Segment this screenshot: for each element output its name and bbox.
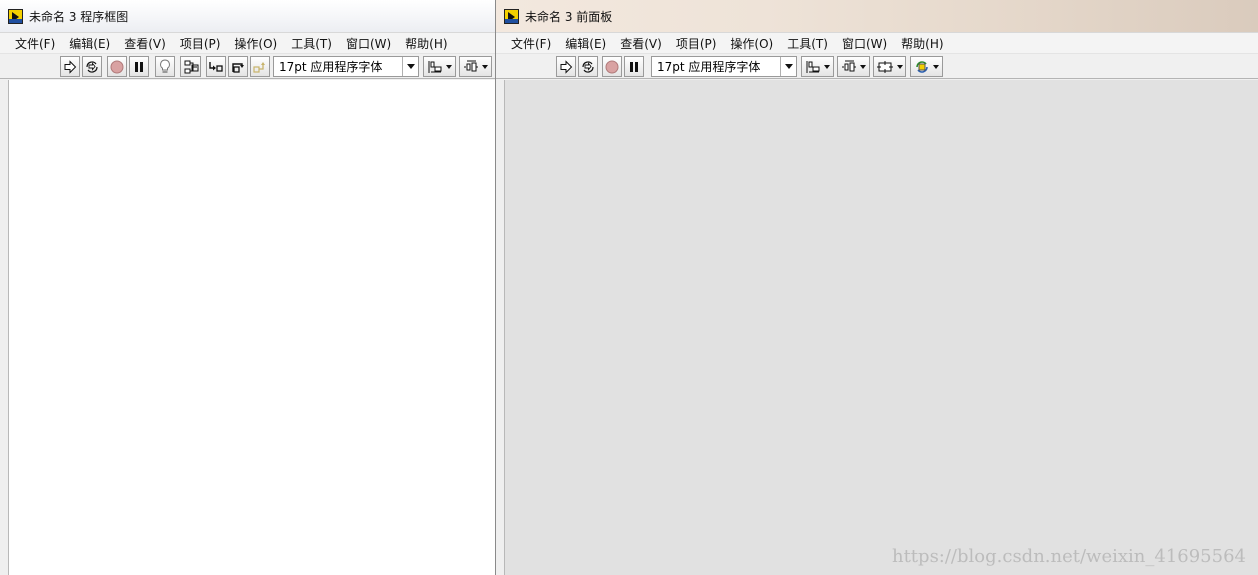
run-continuously-button[interactable] <box>82 56 102 77</box>
watermark-text: https://blog.csdn.net/weixin_41695564 <box>891 546 1246 567</box>
menu-tools[interactable]: 工具(T) <box>780 35 835 52</box>
menu-view[interactable]: 查看(V) <box>117 35 173 52</box>
run-continuously-icon <box>86 60 98 73</box>
chevron-down-icon[interactable] <box>402 57 418 76</box>
block-diagram-toolbar: 17pt 应用程序字体 <box>0 54 495 79</box>
front-panel-canvas[interactable] <box>505 80 1258 575</box>
step-into-button[interactable] <box>206 56 226 77</box>
menu-window[interactable]: 窗口(W) <box>835 35 894 52</box>
menu-bar: 文件(F) 编辑(E) 查看(V) 项目(P) 操作(O) 工具(T) 窗口(W… <box>0 32 495 54</box>
abort-button[interactable] <box>602 56 622 77</box>
align-objects-button[interactable] <box>801 56 834 77</box>
step-out-button[interactable] <box>250 56 270 77</box>
pause-icon <box>135 61 143 72</box>
reorder-icon <box>916 60 928 73</box>
pause-button[interactable] <box>129 56 149 77</box>
distribute-objects-button[interactable] <box>837 56 870 77</box>
resize-objects-button[interactable] <box>873 56 906 77</box>
menu-operate[interactable]: 操作(O) <box>723 35 780 52</box>
pause-button[interactable] <box>624 56 644 77</box>
front-panel-titlebar[interactable]: 未命名 3 前面板 <box>496 0 1258 32</box>
run-arrow-icon <box>64 59 77 74</box>
labview-vi-icon <box>504 8 519 24</box>
window-title: 未命名 3 前面板 <box>525 9 613 24</box>
block-diagram-canvas[interactable] <box>9 80 495 575</box>
align-objects-icon <box>428 60 442 73</box>
menu-help[interactable]: 帮助(H) <box>894 35 950 52</box>
align-objects-button[interactable] <box>423 56 456 77</box>
left-border <box>0 80 9 575</box>
resize-objects-icon <box>877 60 893 73</box>
menu-file[interactable]: 文件(F) <box>504 35 558 52</box>
highlight-execution-button[interactable] <box>155 56 175 77</box>
labview-vi-icon <box>8 8 23 24</box>
reorder-button[interactable] <box>910 56 943 77</box>
distribute-objects-icon <box>464 60 478 71</box>
run-continuously-icon <box>582 60 594 73</box>
lightbulb-icon <box>160 58 170 73</box>
menu-project[interactable]: 项目(P) <box>669 35 724 52</box>
left-border <box>496 80 505 575</box>
menu-project[interactable]: 项目(P) <box>173 35 228 52</box>
menu-operate[interactable]: 操作(O) <box>227 35 284 52</box>
step-into-icon <box>209 61 223 72</box>
font-selector[interactable]: 17pt 应用程序字体 <box>273 56 419 77</box>
abort-icon <box>605 60 619 73</box>
step-over-button[interactable] <box>228 56 248 77</box>
menu-help[interactable]: 帮助(H) <box>398 35 454 52</box>
run-button[interactable] <box>60 56 80 77</box>
menu-window[interactable]: 窗口(W) <box>339 35 398 52</box>
menu-tools[interactable]: 工具(T) <box>284 35 339 52</box>
font-selector-value: 17pt 应用程序字体 <box>657 60 761 74</box>
abort-button[interactable] <box>107 56 127 77</box>
block-diagram-titlebar[interactable]: 未命名 3 程序框图 <box>0 0 495 32</box>
distribute-objects-icon <box>842 60 856 71</box>
font-selector[interactable]: 17pt 应用程序字体 <box>651 56 797 77</box>
chevron-down-icon[interactable] <box>780 57 796 76</box>
menu-view[interactable]: 查看(V) <box>613 35 669 52</box>
retain-wire-values-button[interactable] <box>180 56 201 77</box>
front-panel-toolbar: 17pt 应用程序字体 <box>496 54 1258 79</box>
window-title: 未命名 3 程序框图 <box>29 9 129 24</box>
menu-file[interactable]: 文件(F) <box>8 35 62 52</box>
block-diagram-window: 未命名 3 程序框图 文件(F) 编辑(E) 查看(V) 项目(P) 操作(O)… <box>0 0 496 575</box>
retain-wire-values-icon <box>184 60 198 73</box>
abort-icon <box>110 60 124 73</box>
run-button[interactable] <box>556 56 576 77</box>
front-panel-window: 未命名 3 前面板 文件(F) 编辑(E) 查看(V) 项目(P) 操作(O) … <box>496 0 1258 575</box>
run-continuously-button[interactable] <box>578 56 598 77</box>
align-objects-icon <box>806 60 820 73</box>
step-over-icon <box>232 62 244 73</box>
step-out-icon <box>253 61 265 73</box>
menu-bar: 文件(F) 编辑(E) 查看(V) 项目(P) 操作(O) 工具(T) 窗口(W… <box>496 32 1258 54</box>
distribute-objects-button[interactable] <box>459 56 492 77</box>
pause-icon <box>630 61 638 72</box>
menu-edit[interactable]: 编辑(E) <box>558 35 613 52</box>
run-arrow-icon <box>560 59 573 74</box>
font-selector-value: 17pt 应用程序字体 <box>279 60 383 74</box>
menu-edit[interactable]: 编辑(E) <box>62 35 117 52</box>
